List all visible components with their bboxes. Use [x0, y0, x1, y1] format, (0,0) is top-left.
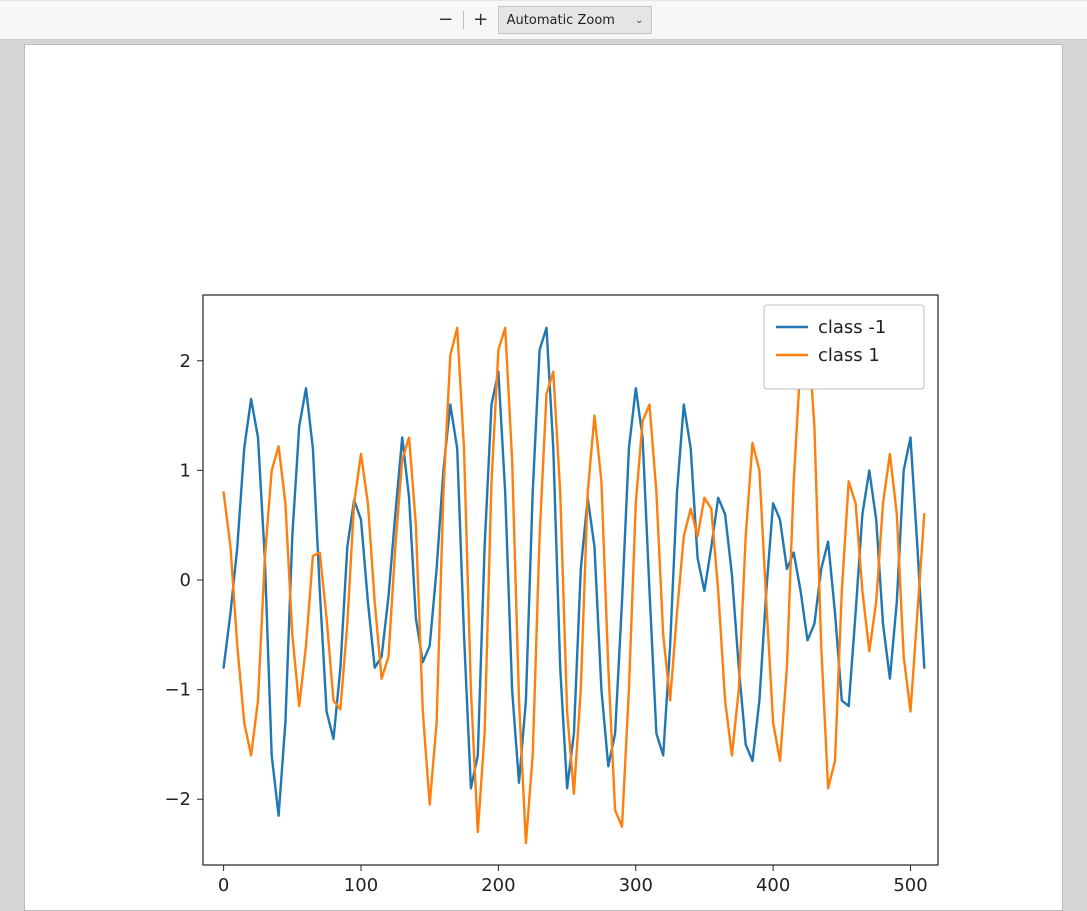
- x-tick-label: 100: [344, 875, 378, 896]
- viewer-toolbar: − + Automatic Zoom ⌄: [0, 0, 1087, 40]
- x-tick-label: 300: [619, 875, 653, 896]
- series-1: [224, 322, 925, 843]
- page-container: 0 100 200 300 400 500 −2 −1 0 1 2 class -1 class 1: [24, 44, 1063, 911]
- document-page: 0 100 200 300 400 500 −2 −1 0 1 2 class -1 class 1: [24, 44, 1063, 911]
- y-tick-label: −1: [164, 680, 191, 701]
- zoom-out-button[interactable]: −: [435, 9, 457, 31]
- y-tick-label: −2: [164, 789, 191, 810]
- zoom-in-button[interactable]: +: [470, 9, 492, 31]
- zoom-select-label: Automatic Zoom: [507, 13, 615, 28]
- minus-icon: −: [438, 11, 453, 29]
- plus-icon: +: [473, 11, 488, 29]
- toolbar-separator: [463, 11, 464, 29]
- zoom-level-select[interactable]: Automatic Zoom ⌄: [498, 6, 653, 34]
- x-tick-label: 500: [893, 875, 927, 896]
- legend-label: class -1: [818, 317, 886, 338]
- x-tick-label: 400: [756, 875, 790, 896]
- chart: 0 100 200 300 400 500 −2 −1 0 1 2 class -1 class 1: [125, 255, 955, 911]
- x-tick-label: 200: [481, 875, 515, 896]
- y-tick-label: 1: [180, 460, 191, 481]
- y-tick-label: 0: [180, 570, 191, 591]
- legend-label: class 1: [818, 345, 880, 366]
- y-tick-label: 2: [180, 351, 191, 372]
- chevron-down-icon: ⌄: [635, 15, 643, 26]
- pdf-viewer: − + Automatic Zoom ⌄ 0100200300400500−2−…: [0, 0, 1087, 911]
- x-tick-label: 0: [218, 875, 229, 896]
- chart-svg: 0 100 200 300 400 500 −2 −1 0 1 2 class -1 class 1: [125, 255, 955, 911]
